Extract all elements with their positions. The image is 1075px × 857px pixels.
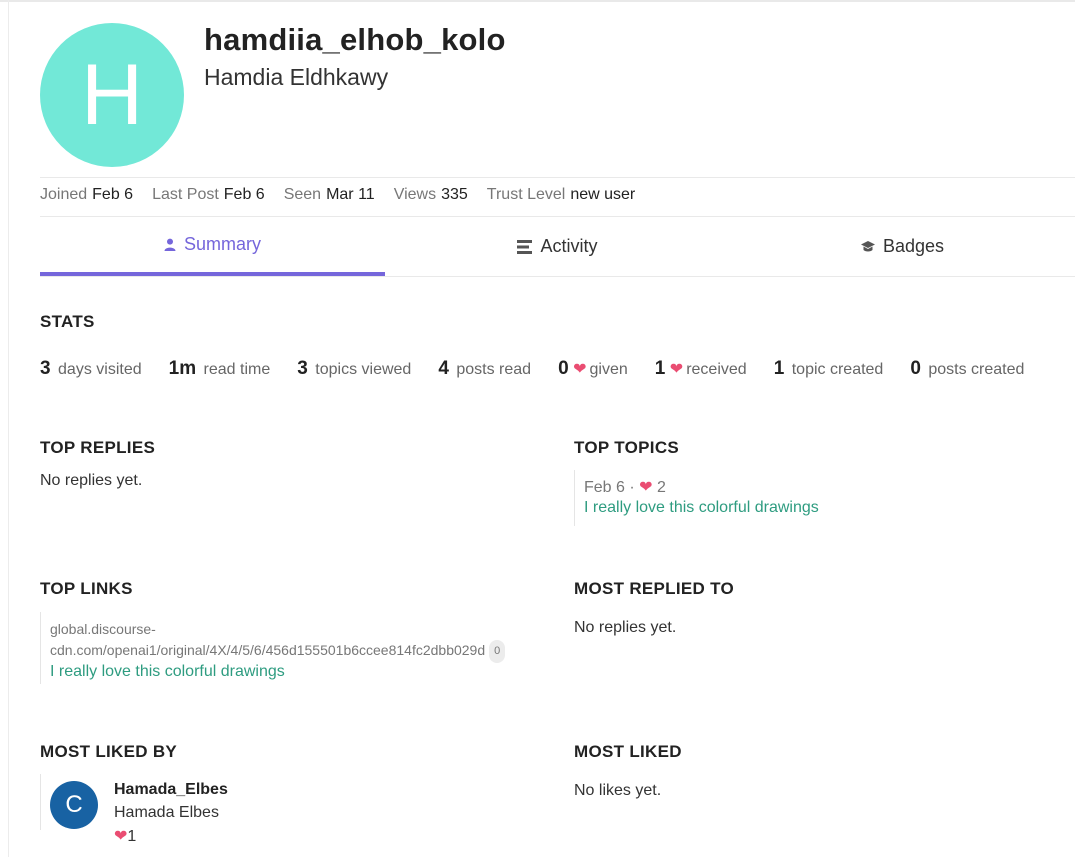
stat-posts-created: 0 posts created <box>910 358 1025 379</box>
top-topics-title: TOP TOPICS <box>574 438 680 457</box>
stat-topic-created: 1 topic created <box>773 358 884 379</box>
heart-icon: ❤ <box>573 361 587 378</box>
stats-title: STATS <box>40 312 95 331</box>
heart-icon: ❤ <box>639 479 653 496</box>
meta-views: Views 335 <box>393 186 468 203</box>
stat-likes-given: 0 ❤ given <box>558 358 628 379</box>
certificate-icon <box>860 240 875 253</box>
stat-days-visited: 3 days visited <box>40 358 142 379</box>
user-avatar[interactable]: H <box>40 23 184 167</box>
tab-badges[interactable]: Badges <box>730 217 1075 276</box>
user-icon <box>164 238 176 251</box>
top-links-title: TOP LINKS <box>40 579 133 598</box>
most-liked-empty: No likes yet. <box>574 782 662 799</box>
liker-username[interactable]: Hamada_Elbes <box>114 781 228 799</box>
tab-activity[interactable]: Activity <box>385 217 730 276</box>
meta-last-post: Last Post Feb 6 <box>152 186 265 203</box>
stat-topics-viewed: 3 topics viewed <box>297 358 412 379</box>
username: hamdiia_elhob_kolo <box>204 22 506 57</box>
stat-likes-received: 1 ❤ received <box>654 358 747 379</box>
most-replied-to-title: MOST REPLIED TO <box>574 579 735 598</box>
liker-name: Hamada Elbes <box>114 804 219 821</box>
liker-count: ❤1 <box>114 828 137 845</box>
top-link-url-line1: global.discourse- <box>50 621 156 637</box>
meta-joined: Joined Feb 6 <box>40 186 134 203</box>
top-topic-date: Feb 6 <box>584 479 625 496</box>
meta-divider-top <box>40 177 1075 178</box>
top-topic-link[interactable]: I really love this colorful drawings <box>584 499 819 517</box>
link-click-count: 0 <box>489 640 506 663</box>
most-replied-to-empty: No replies yet. <box>574 619 677 636</box>
top-link-url[interactable]: global.discourse- cdn.com/openai1/origin… <box>50 619 506 663</box>
most-liked-title: MOST LIKED <box>574 742 682 761</box>
top-replies-empty: No replies yet. <box>40 472 143 489</box>
top-topic-meta: Feb 6 · ❤ 2 <box>584 477 666 497</box>
heart-icon: ❤ <box>114 828 128 845</box>
meta-trust-level: Trust Level new user <box>486 186 636 203</box>
tab-activity-label: Activity <box>540 236 598 256</box>
liker-avatar[interactable]: C <box>50 781 98 829</box>
profile-tabs: Summary Activity Badges <box>40 217 1075 276</box>
tabs-divider <box>40 276 1075 277</box>
top-topic-likes: 2 <box>657 479 666 496</box>
top-link-item <box>40 612 41 684</box>
tab-summary-label: Summary <box>183 234 261 254</box>
stats-list: 3 days visited 1m read time 3 topics vie… <box>40 358 1024 380</box>
top-link-url-line2: cdn.com/openai1/original/4X/4/5/6/456d15… <box>50 640 506 663</box>
most-liked-by-item <box>40 774 41 830</box>
stat-posts-read: 4 posts read <box>438 358 532 379</box>
stat-read-time: 1m read time <box>168 358 271 379</box>
heart-icon: ❤ <box>669 361 684 378</box>
top-link-topic[interactable]: I really love this colorful drawings <box>50 663 285 681</box>
most-liked-by-title: MOST LIKED BY <box>40 742 178 761</box>
user-meta: Joined Feb 6 Last Post Feb 6 Seen Mar 11 Vi… <box>40 186 635 204</box>
full-name: Hamdia Eldhkawy <box>204 64 389 90</box>
top-topic-separator: · <box>629 479 635 496</box>
stream-icon <box>517 239 533 254</box>
tab-badges-label: Badges <box>882 236 945 256</box>
top-replies-title: TOP REPLIES <box>40 438 156 457</box>
tab-summary[interactable]: Summary <box>40 217 385 276</box>
meta-seen: Seen Mar 11 <box>283 186 375 203</box>
top-topic-item <box>574 470 575 526</box>
